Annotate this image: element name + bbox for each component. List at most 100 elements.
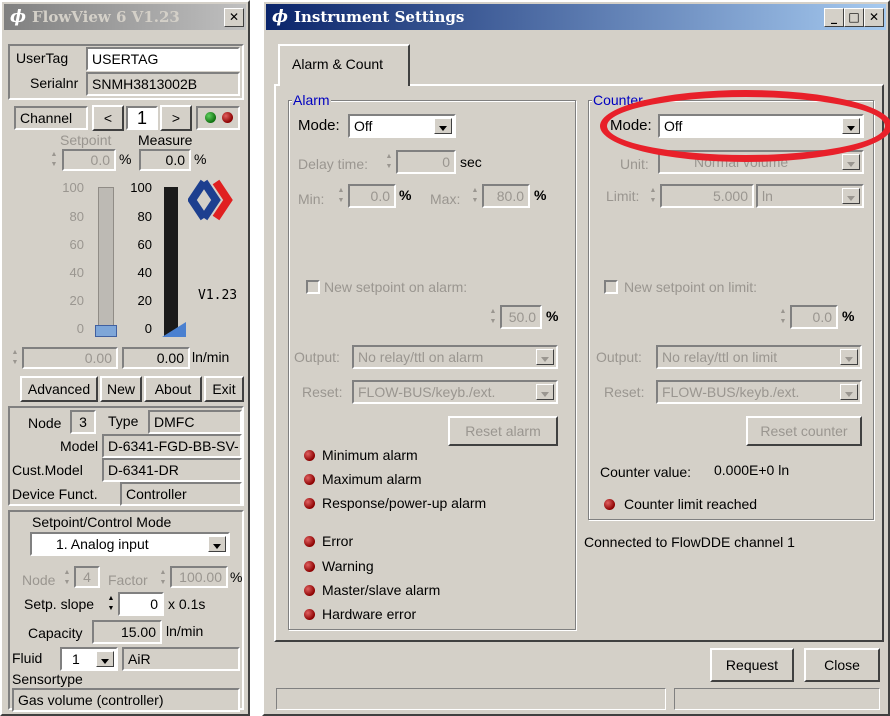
usertag-input[interactable]: USERTAG xyxy=(86,47,240,71)
chevron-down-icon[interactable] xyxy=(536,384,554,400)
counter-setpoint-spin-icon[interactable]: ▲ ▼ xyxy=(778,307,788,329)
node2-label: Node xyxy=(22,572,56,588)
min-field[interactable]: 0.0 xyxy=(348,184,396,208)
measure-bar xyxy=(164,187,178,337)
factor-spin-icon[interactable]: ▲ ▼ xyxy=(158,568,168,590)
setpoint-field[interactable]: 0.0 xyxy=(62,149,116,171)
request-button[interactable]: Request xyxy=(710,648,794,682)
counter-unit-select[interactable]: Normal volume xyxy=(658,150,864,174)
app-logo-icon: ϕ xyxy=(271,7,288,27)
setpoint-spin-icon[interactable]: ▲ ▼ xyxy=(49,150,59,172)
setp-slope-input[interactable]: 0 xyxy=(118,592,164,616)
reset-counter-button[interactable]: Reset counter xyxy=(746,416,862,446)
setp-slope-spin-icon[interactable]: ▲ ▼ xyxy=(106,594,116,616)
chevron-down-icon[interactable] xyxy=(842,154,860,170)
chevron-down-icon[interactable] xyxy=(840,349,858,365)
fluid-select[interactable]: 1 xyxy=(60,647,118,671)
capacity-unit: ln/min xyxy=(166,623,204,639)
counter-limit-field[interactable]: 5.000 xyxy=(660,184,754,208)
alarm-legend: Alarm xyxy=(292,92,331,108)
close-button[interactable]: Close xyxy=(804,648,880,682)
spmode-select[interactable]: 1. Analog input xyxy=(30,532,230,556)
measure-label: Measure xyxy=(138,132,193,148)
capacity-field: 15.00 xyxy=(92,620,162,644)
chevron-down-icon[interactable] xyxy=(842,118,860,134)
counter-mode-select[interactable]: Off xyxy=(658,114,864,138)
counter-reset-label: Reset: xyxy=(604,384,645,400)
chevron-down-icon[interactable] xyxy=(840,384,858,400)
counter-setpoint-field[interactable]: 0.0 xyxy=(790,305,838,329)
flow-setpoint-spin-icon[interactable]: ▲ ▼ xyxy=(10,348,20,370)
exit-button[interactable]: Exit xyxy=(204,376,244,402)
capacity-label: Capacity xyxy=(28,625,83,641)
factor-field[interactable]: 100.00 xyxy=(170,566,228,588)
devfunct-field: Controller xyxy=(120,482,242,506)
model-label: Model xyxy=(60,438,99,454)
node-label: Node xyxy=(28,415,62,431)
alarm-mode-select[interactable]: Off xyxy=(348,114,456,138)
node2-field[interactable]: 4 xyxy=(74,566,100,588)
spmode-label: Setpoint/Control Mode xyxy=(32,514,172,530)
alarm-output-label: Output: xyxy=(294,349,340,365)
max-spin-icon[interactable]: ▲ ▼ xyxy=(470,186,480,208)
version-label: V1.23 xyxy=(198,288,238,303)
minimize-icon[interactable]: _ xyxy=(824,8,844,27)
chevron-down-icon[interactable] xyxy=(208,536,226,552)
chevron-down-icon[interactable] xyxy=(536,349,554,365)
alarm-new-setpoint-checkbox[interactable] xyxy=(306,280,320,294)
setpoint-slider-track[interactable] xyxy=(98,187,114,337)
flow-measure-field: 0.00 xyxy=(122,347,190,369)
alarm-reset-select[interactable]: FLOW-BUS/keyb./ext. xyxy=(352,380,558,404)
counter-reset-select[interactable]: FLOW-BUS/keyb./ext. xyxy=(656,380,862,404)
alarm-setpoint-field[interactable]: 50.0 xyxy=(500,305,542,329)
chevron-down-icon[interactable] xyxy=(434,118,452,134)
measure-unit: % xyxy=(194,151,207,167)
node2-spin-icon[interactable]: ▲ ▼ xyxy=(62,568,72,590)
setpoint-label: Setpoint xyxy=(60,132,112,148)
about-button[interactable]: About xyxy=(144,376,202,402)
type-field: DMFC xyxy=(148,410,242,434)
channel-next-button[interactable]: > xyxy=(160,105,192,131)
delay-spin-icon[interactable]: ▲ ▼ xyxy=(384,152,394,174)
counter-new-setpoint-checkbox[interactable] xyxy=(604,280,618,294)
counter-limit-unit-select[interactable]: ln xyxy=(756,184,864,208)
hardware-error-led-icon xyxy=(304,609,315,620)
status-bar-right xyxy=(674,688,880,710)
custmodel-label: Cust.Model xyxy=(12,462,83,478)
status-red-icon xyxy=(222,112,233,123)
channel-prev-button[interactable]: < xyxy=(92,105,124,131)
flow-setpoint-field[interactable]: 0.00 xyxy=(22,347,118,369)
advanced-button[interactable]: Advanced xyxy=(20,376,98,402)
settings-titlebar[interactable]: ϕ Instrument Settings _ □ ✕ xyxy=(266,4,886,30)
alarm-setpoint-spin-icon[interactable]: ▲ ▼ xyxy=(488,307,498,329)
measure-marker-icon xyxy=(162,322,186,337)
fluid-label: Fluid xyxy=(12,650,43,666)
counter-output-label: Output: xyxy=(596,349,642,365)
minimum-alarm-label: Minimum alarm xyxy=(322,447,418,463)
bronkhorst-logo-icon xyxy=(188,179,233,221)
min-unit: % xyxy=(399,187,412,203)
counter-output-select[interactable]: No relay/ttl on limit xyxy=(656,345,862,369)
chevron-down-icon[interactable] xyxy=(96,651,114,667)
minimum-alarm-led-icon xyxy=(304,450,315,461)
fluid-name-field: AiR xyxy=(122,647,240,671)
measure-field: 0.0 xyxy=(139,149,191,171)
node-field: 3 xyxy=(70,410,96,434)
setpoint-slider-thumb[interactable] xyxy=(95,325,117,337)
alarm-mode-label: Mode: xyxy=(298,117,340,134)
chevron-down-icon[interactable] xyxy=(842,188,860,204)
delay-field[interactable]: 0 xyxy=(396,150,456,174)
close-icon[interactable]: ✕ xyxy=(224,8,244,27)
reset-alarm-button[interactable]: Reset alarm xyxy=(448,416,558,446)
flowview-titlebar[interactable]: ϕ FlowView 6 V1.23 ✕ xyxy=(4,4,246,30)
max-field[interactable]: 80.0 xyxy=(482,184,530,208)
close-icon[interactable]: ✕ xyxy=(864,8,884,27)
counter-limit-spin-icon[interactable]: ▲ ▼ xyxy=(648,186,658,208)
min-spin-icon[interactable]: ▲ ▼ xyxy=(336,186,346,208)
tab-alarm-count[interactable]: Alarm & Count xyxy=(278,44,410,86)
maximize-icon[interactable]: □ xyxy=(844,8,864,27)
maximum-alarm-label: Maximum alarm xyxy=(322,471,422,487)
alarm-new-setpoint-label: New setpoint on alarm: xyxy=(324,279,468,295)
alarm-output-select[interactable]: No relay/ttl on alarm xyxy=(352,345,558,369)
new-button[interactable]: New xyxy=(100,376,142,402)
